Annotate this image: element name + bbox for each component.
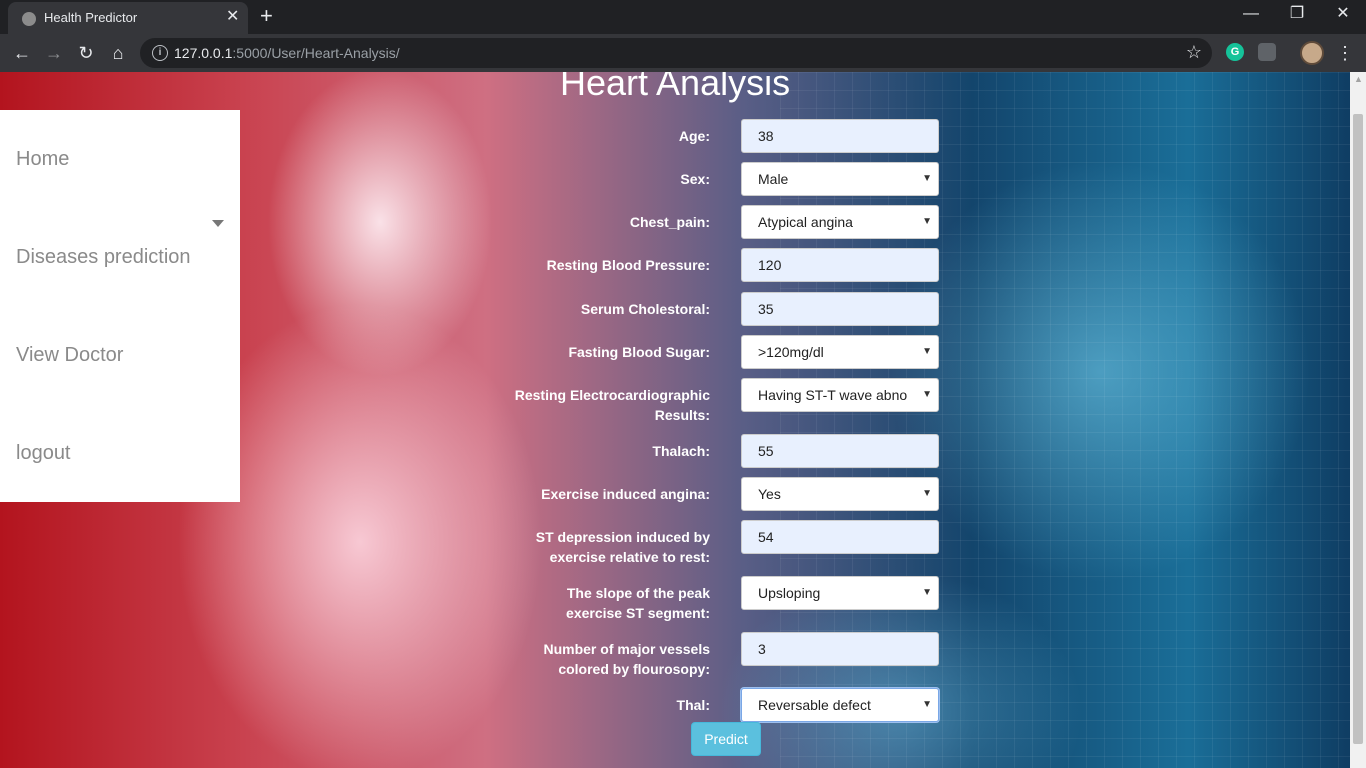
bookmark-star-icon[interactable]: ☆ — [1186, 42, 1202, 63]
age-input[interactable]: 38 — [741, 119, 939, 153]
sidebar-menu: Home Diseases prediction View Doctor log… — [0, 110, 240, 502]
resting-ecg-select[interactable]: Having ST-T wave abno ▼ — [741, 378, 939, 412]
sidebar-item-logout[interactable]: logout — [16, 442, 71, 465]
dropdown-arrow-icon: ▼ — [922, 173, 932, 184]
extension-icon[interactable] — [1258, 43, 1276, 61]
globe-icon — [22, 12, 36, 26]
browser-chrome: Health Predictor ✕ + — ❐ ✕ ← → ↻ ⌂ i 127… — [0, 0, 1366, 72]
resting-blood-pressure-label: Resting Blood Pressure: — [546, 257, 710, 273]
home-icon[interactable]: ⌂ — [106, 41, 130, 65]
new-tab-button[interactable]: + — [260, 5, 273, 27]
page-viewport: Heart Analysis Home Diseases prediction … — [0, 72, 1350, 768]
browser-tab[interactable]: Health Predictor ✕ — [8, 2, 248, 34]
dropdown-arrow-icon: ▼ — [922, 346, 932, 357]
sex-select[interactable]: Male ▼ — [741, 162, 939, 196]
slope-label-line2: exercise ST segment: — [566, 605, 710, 621]
serum-cholestoral-input[interactable]: 35 — [741, 292, 939, 326]
sidebar-item-home[interactable]: Home — [16, 148, 69, 171]
resting-ecg-label-line1: Resting Electrocardiographic — [514, 387, 710, 403]
exercise-angina-select[interactable]: Yes ▼ — [741, 477, 939, 511]
thalach-input[interactable]: 55 — [741, 434, 939, 468]
chevron-down-icon[interactable] — [212, 220, 224, 227]
slope-select-value: Upsloping — [758, 585, 821, 601]
page-scrollbar[interactable]: ▲ — [1350, 72, 1366, 768]
dropdown-arrow-icon: ▼ — [922, 699, 932, 710]
major-vessels-label: Number of major vessels colored by flouro… — [470, 639, 710, 679]
browser-menu-icon[interactable]: ⋮ — [1336, 41, 1354, 65]
browser-toolbar: ← → ↻ ⌂ i 127.0.0.1:5000/User/Heart-Anal… — [0, 34, 1366, 72]
major-vessels-label-line2: colored by flourosopy: — [558, 661, 710, 677]
thal-select-value: Reversable defect — [758, 697, 871, 713]
grammarly-extension-icon[interactable]: G — [1226, 43, 1244, 61]
chest-pain-select[interactable]: Atypical angina ▼ — [741, 205, 939, 239]
back-arrow-icon[interactable]: ← — [10, 41, 34, 65]
slope-select[interactable]: Upsloping ▼ — [741, 576, 939, 610]
tab-title: Health Predictor — [44, 10, 138, 25]
site-info-icon[interactable]: i — [152, 45, 168, 61]
resting-ecg-label-line2: Results: — [654, 407, 710, 423]
thal-select[interactable]: Reversable defect ▼ — [741, 688, 939, 722]
exercise-angina-label: Exercise induced angina: — [541, 486, 710, 502]
age-label: Age: — [678, 128, 710, 144]
slope-label: The slope of the peak exercise ST segment… — [470, 583, 710, 623]
exercise-angina-select-value: Yes — [758, 486, 781, 502]
serum-cholestoral-label: Serum Cholestoral: — [580, 301, 710, 317]
fasting-blood-sugar-select-value: >120mg/dl — [758, 344, 824, 360]
page-title: Heart Analysis — [560, 72, 791, 103]
address-bar[interactable]: i 127.0.0.1:5000/User/Heart-Analysis/ ☆ — [140, 38, 1212, 68]
url-host: 127.0.0.1 — [174, 45, 233, 61]
major-vessels-input[interactable]: 3 — [741, 632, 939, 666]
chest-pain-select-value: Atypical angina — [758, 214, 853, 230]
dropdown-arrow-icon: ▼ — [922, 587, 932, 598]
st-depression-label: ST depression induced by exercise relativ… — [470, 527, 710, 567]
url-text: 127.0.0.1:5000/User/Heart-Analysis/ — [174, 45, 400, 61]
sidebar-item-diseases-prediction[interactable]: Diseases prediction — [16, 246, 191, 269]
dropdown-arrow-icon: ▼ — [922, 216, 932, 227]
forward-arrow-icon[interactable]: → — [42, 41, 66, 65]
sex-label: Sex: — [680, 171, 710, 187]
restore-window-icon[interactable]: ❐ — [1282, 4, 1312, 24]
url-path: :5000/User/Heart-Analysis/ — [232, 45, 400, 61]
st-depression-label-line2: exercise relative to rest: — [549, 549, 710, 565]
reload-icon[interactable]: ↻ — [74, 41, 98, 65]
slope-label-line1: The slope of the peak — [566, 585, 710, 601]
fasting-blood-sugar-label: Fasting Blood Sugar: — [568, 344, 710, 360]
st-depression-label-line1: ST depression induced by — [535, 529, 710, 545]
thalach-label: Thalach: — [652, 443, 710, 459]
dropdown-arrow-icon: ▼ — [922, 488, 932, 499]
tab-strip: Health Predictor ✕ + — ❐ ✕ — [0, 0, 1366, 34]
fasting-blood-sugar-select[interactable]: >120mg/dl ▼ — [741, 335, 939, 369]
sex-select-value: Male — [758, 171, 789, 187]
predict-button[interactable]: Predict — [691, 722, 761, 756]
resting-ecg-select-value: Having ST-T wave abno — [758, 387, 908, 403]
resting-ecg-label: Resting Electrocardiographic Results: — [470, 385, 710, 425]
scroll-up-icon[interactable]: ▲ — [1354, 74, 1363, 84]
close-tab-icon[interactable]: ✕ — [226, 8, 239, 26]
minimize-window-icon[interactable]: — — [1236, 4, 1266, 24]
dropdown-arrow-icon: ▼ — [922, 389, 932, 400]
profile-avatar[interactable] — [1300, 41, 1324, 65]
resting-blood-pressure-input[interactable]: 120 — [741, 248, 939, 282]
major-vessels-label-line1: Number of major vessels — [543, 641, 710, 657]
st-depression-input[interactable]: 54 — [741, 520, 939, 554]
close-window-icon[interactable]: ✕ — [1328, 4, 1358, 24]
scrollbar-thumb[interactable] — [1353, 114, 1363, 744]
chest-pain-label: Chest_pain: — [629, 214, 710, 230]
sidebar-item-view-doctor[interactable]: View Doctor — [16, 344, 123, 367]
thal-label: Thal: — [676, 697, 710, 713]
